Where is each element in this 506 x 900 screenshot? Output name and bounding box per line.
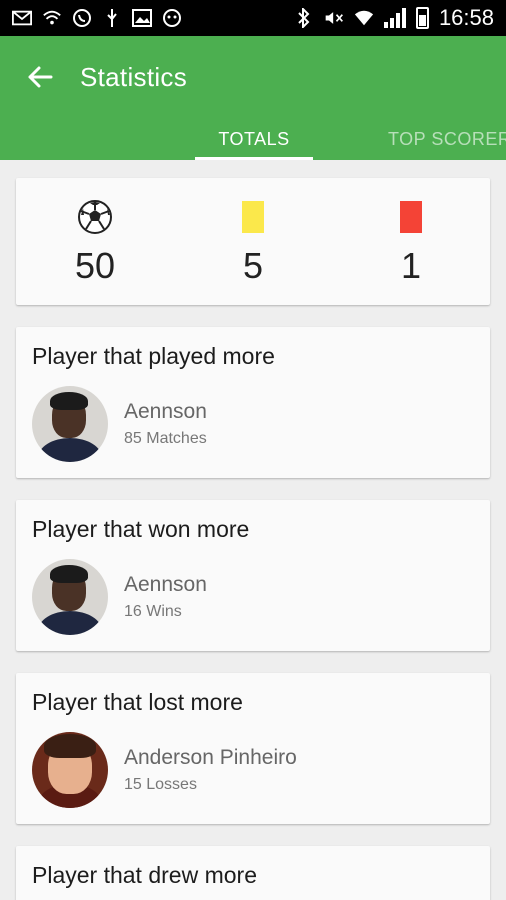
avatar [32,732,108,808]
status-right: 16:58 [294,5,494,31]
stat-title: Player that played more [32,343,275,369]
wifi-signal-icon [354,9,374,27]
soccer-ball-icon [78,199,112,234]
red-cards-value: 1 [400,244,422,286]
stat-card-won-more[interactable]: Player that won more Aennson 16 Wins [16,500,490,651]
stat-card-played-more[interactable]: Player that played more Aennson 85 Match… [16,327,490,478]
bluetooth-icon [294,8,314,28]
stat-card-drew-more[interactable]: Player that drew more [16,846,490,900]
battery-icon [415,7,429,29]
arrow-left-icon [28,66,53,88]
status-left [12,9,182,27]
player-detail: 15 Losses [124,776,197,793]
tab-bar: TOTALS TOP SCORERS [0,118,506,160]
stat-title: Player that lost more [32,689,243,715]
yellow-card-icon [242,200,264,233]
player-name: Aennson [124,573,207,596]
player-name: Aennson [124,400,207,423]
status-bar: 16:58 [0,0,506,36]
cell-signal-icon [383,8,406,28]
goals-total: 50 [35,197,155,287]
mute-icon [324,9,344,27]
red-cards-total: 1 [351,197,471,287]
app-bar: Statistics TOTALS TOP SCORERS [0,36,506,160]
yellow-cards-total: 5 [193,197,313,287]
mail-icon [12,9,32,27]
game-icon [162,9,182,27]
avatar [32,559,108,635]
player-detail: 16 Wins [124,603,182,620]
totals-card: 50 5 1 [16,178,490,305]
stat-card-lost-more[interactable]: Player that lost more Anderson Pinheiro … [16,673,490,824]
tab-totals[interactable]: TOTALS [195,118,313,160]
goals-value: 50 [74,244,116,286]
player-row: Anderson Pinheiro 15 Losses [32,732,474,808]
yellow-cards-value: 5 [242,244,264,286]
page-title: Statistics [80,61,188,92]
wifi-icon [42,9,62,27]
image-icon [132,9,152,27]
avatar [32,386,108,462]
tab-top-scorers[interactable]: TOP SCORERS [388,118,506,160]
content: 50 5 1 Player that played more Aennson 8… [0,160,506,900]
usb-icon [102,9,122,27]
player-row: Aennson 16 Wins [32,559,474,635]
player-name: Anderson Pinheiro [124,746,297,769]
player-detail: 85 Matches [124,430,207,447]
stat-title: Player that won more [32,516,250,542]
player-row: Aennson 85 Matches [32,386,474,462]
clock: 16:58 [438,5,494,30]
whatsapp-icon [72,9,92,27]
back-button[interactable] [0,49,80,105]
stat-title: Player that drew more [32,862,257,888]
red-card-icon [400,200,422,233]
